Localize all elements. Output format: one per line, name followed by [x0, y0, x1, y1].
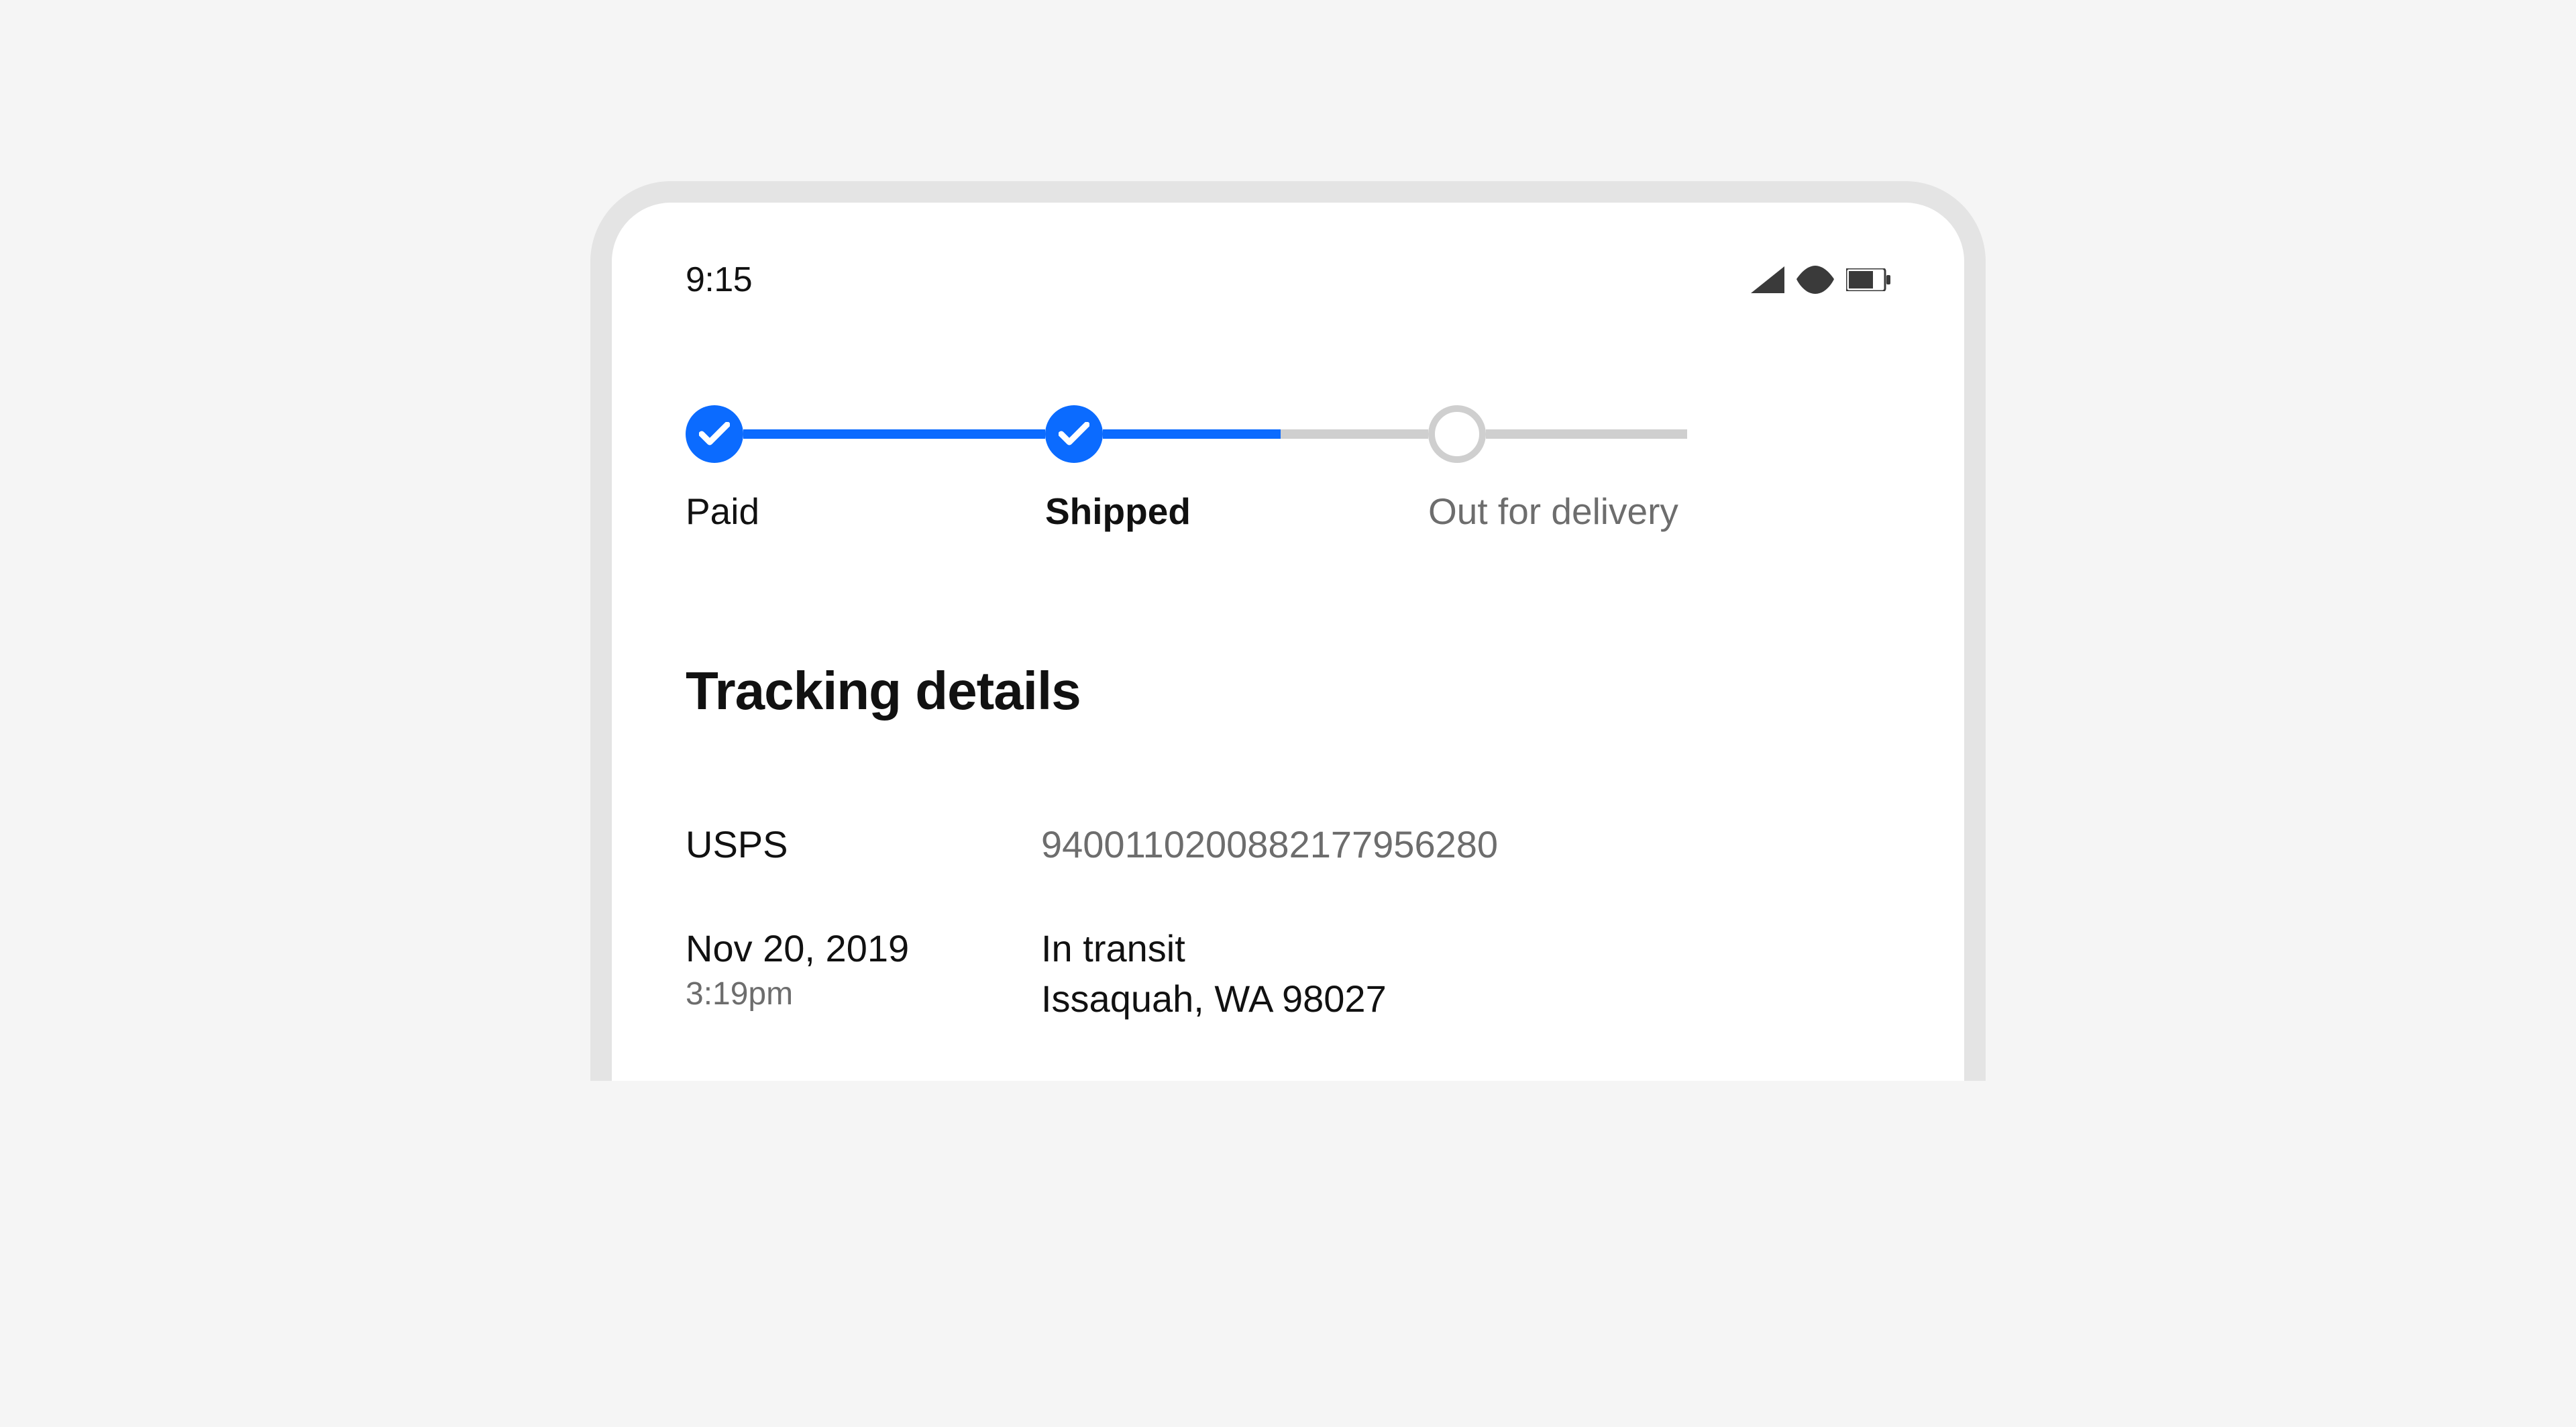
tracking-carrier-row: USPS 9400110200882177956280 — [686, 823, 1890, 866]
phone-frame: 9:15 — [590, 181, 1986, 1081]
status-time: 9:15 — [686, 260, 752, 300]
tracking-carrier: USPS — [686, 823, 1041, 866]
progress-stepper: Paid Shipped — [686, 404, 1890, 533]
step-out-for-delivery: Out for delivery — [1428, 404, 1687, 533]
check-icon — [699, 422, 730, 446]
check-icon — [1059, 422, 1089, 446]
step-shipped-label: Shipped — [1045, 490, 1191, 533]
step-paid-label: Paid — [686, 490, 759, 533]
step-shipped: Shipped — [1045, 404, 1428, 533]
tracking-event-location: Issaquah, WA 98027 — [1041, 977, 1387, 1020]
step-paid: Paid — [686, 404, 1045, 533]
status-icons — [1751, 266, 1890, 294]
step-out-for-delivery-node — [1428, 405, 1486, 463]
tracking-event-row: Nov 20, 2019 3:19pm In transit Issaquah,… — [686, 927, 1890, 1020]
step-out-for-delivery-label: Out for delivery — [1428, 490, 1678, 533]
status-bar: 9:15 — [686, 250, 1890, 310]
step-connector — [1281, 429, 1428, 439]
step-paid-node — [686, 405, 743, 463]
step-connector — [743, 429, 1045, 439]
step-connector — [1486, 429, 1687, 439]
wifi-icon — [1796, 266, 1834, 294]
tracking-details-heading: Tracking details — [686, 660, 1890, 722]
tracking-event-date: Nov 20, 2019 — [686, 927, 1041, 970]
tracking-number[interactable]: 9400110200882177956280 — [1041, 823, 1498, 866]
tracking-event-status: In transit — [1041, 927, 1387, 970]
cellular-icon — [1751, 266, 1784, 293]
step-connector — [1103, 429, 1281, 439]
tracking-event-time: 3:19pm — [686, 975, 1041, 1012]
step-shipped-node — [1045, 405, 1103, 463]
battery-icon — [1846, 268, 1890, 291]
